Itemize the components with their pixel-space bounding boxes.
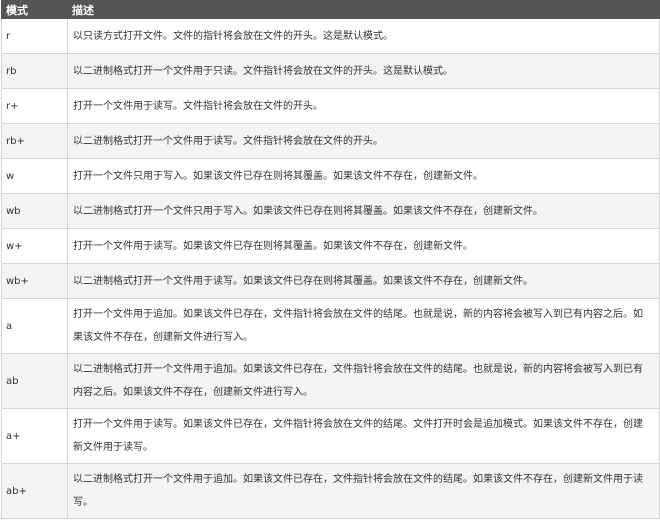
table-row: rb+ 以二进制格式打开一个文件用于读写。文件指针将会放在文件的开头。 [1, 123, 660, 159]
table-row: ab 以二进制格式打开一个文件用于追加。如果该文件已存在，文件指针将会放在文件的… [1, 353, 660, 409]
mode-cell: wb+ [1, 263, 68, 299]
table-row: r+ 打开一个文件用于读写。文件指针将会放在文件的开头。 [1, 88, 660, 124]
description-cell: 以二进制格式打开一个文件用于读写。如果该文件已存在则将其覆盖。如果该文件不存在，… [67, 263, 660, 299]
table-row: a+ 打开一个文件用于读写。如果该文件已存在，文件指针将会放在文件的结尾。文件打… [1, 408, 660, 464]
description-cell: 打开一个文件用于读写。文件指针将会放在文件的开头。 [67, 88, 660, 124]
mode-cell: r [1, 18, 68, 54]
table-row: wb+ 以二进制格式打开一个文件用于读写。如果该文件已存在则将其覆盖。如果该文件… [1, 263, 660, 299]
description-cell: 以二进制格式打开一个文件用于追加。如果该文件已存在，文件指针将会放在文件的结尾。… [67, 353, 660, 409]
table-row: wb 以二进制格式打开一个文件只用于写入。如果该文件已存在则将其覆盖。如果该文件… [1, 193, 660, 229]
table-row: r 以只读方式打开文件。文件的指针将会放在文件的开头。这是默认模式。 [1, 18, 660, 54]
table-row: w 打开一个文件只用于写入。如果该文件已存在则将其覆盖。如果该文件不存在，创建新… [1, 158, 660, 194]
description-cell: 打开一个文件用于读写。如果该文件已存在则将其覆盖。如果该文件不存在，创建新文件。 [67, 228, 660, 264]
description-cell: 以二进制格式打开一个文件用于读写。文件指针将会放在文件的开头。 [67, 123, 660, 159]
table-row: a 打开一个文件用于追加。如果该文件已存在，文件指针将会放在文件的结尾。也就是说… [1, 298, 660, 354]
mode-cell: ab [1, 353, 68, 409]
header-row: 模式 描述 [1, 0, 660, 19]
description-cell: 以只读方式打开文件。文件的指针将会放在文件的开头。这是默认模式。 [67, 18, 660, 54]
description-cell: 打开一个文件用于追加。如果该文件已存在，文件指针将会放在文件的结尾。也就是说，新… [67, 298, 660, 354]
description-cell: 打开一个文件只用于写入。如果该文件已存在则将其覆盖。如果该文件不存在，创建新文件… [67, 158, 660, 194]
file-modes-table: 模式 描述 r 以只读方式打开文件。文件的指针将会放在文件的开头。这是默认模式。… [1, 0, 660, 519]
header-mode: 模式 [1, 0, 68, 19]
mode-cell: a+ [1, 408, 68, 464]
header-description: 描述 [67, 0, 660, 19]
mode-cell: ab+ [1, 463, 68, 519]
description-cell: 以二进制格式打开一个文件只用于写入。如果该文件已存在则将其覆盖。如果该文件不存在… [67, 193, 660, 229]
table-body: r 以只读方式打开文件。文件的指针将会放在文件的开头。这是默认模式。 rb 以二… [1, 18, 660, 519]
mode-cell: wb [1, 193, 68, 229]
table-row: ab+ 以二进制格式打开一个文件用于追加。如果该文件已存在，文件指针将会放在文件… [1, 463, 660, 519]
table-row: w+ 打开一个文件用于读写。如果该文件已存在则将其覆盖。如果该文件不存在，创建新… [1, 228, 660, 264]
mode-cell: w [1, 158, 68, 194]
description-cell: 以二进制格式打开一个文件用于追加。如果该文件已存在，文件指针将会放在文件的结尾。… [67, 463, 660, 519]
table-header: 模式 描述 [1, 0, 660, 19]
mode-cell: rb+ [1, 123, 68, 159]
description-cell: 以二进制格式打开一个文件用于只读。文件指针将会放在文件的开头。这是默认模式。 [67, 53, 660, 89]
description-cell: 打开一个文件用于读写。如果该文件已存在，文件指针将会放在文件的结尾。文件打开时会… [67, 408, 660, 464]
mode-cell: rb [1, 53, 68, 89]
mode-cell: a [1, 298, 68, 354]
mode-cell: w+ [1, 228, 68, 264]
table-row: rb 以二进制格式打开一个文件用于只读。文件指针将会放在文件的开头。这是默认模式… [1, 53, 660, 89]
mode-cell: r+ [1, 88, 68, 124]
